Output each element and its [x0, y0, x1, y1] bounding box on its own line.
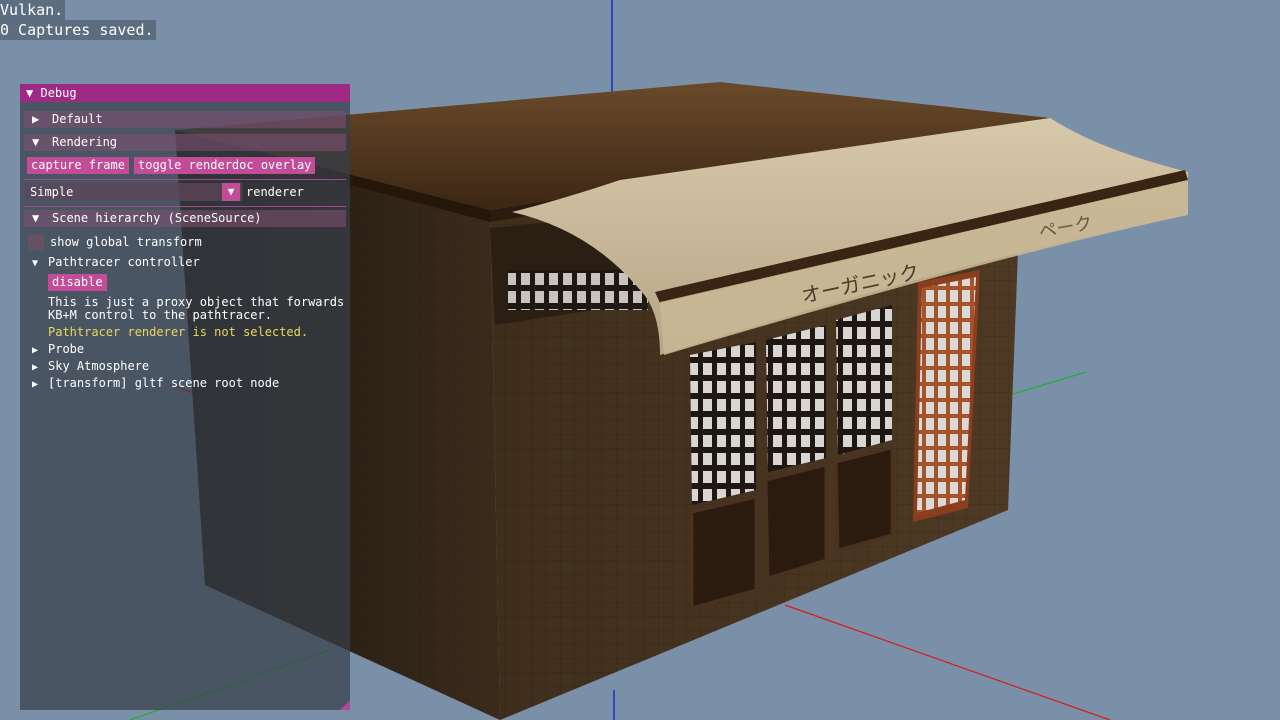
show-global-transform-checkbox[interactable] — [28, 234, 44, 250]
debug-window-title-bar[interactable]: ▼ Debug — [20, 84, 350, 102]
tree-expanded-icon: ▼ — [32, 258, 39, 269]
tree-collapsed-icon: ▶ — [32, 345, 39, 356]
tree-collapsed-icon: ▶ — [32, 362, 39, 373]
tree-collapsed-icon: ▶ — [32, 379, 39, 390]
section-default-label: Default — [52, 112, 103, 126]
section-rendering-label: Rendering — [52, 135, 118, 149]
tree-node-label: [transform] gltf scene root node — [48, 376, 280, 390]
section-scene-hierarchy[interactable]: ▼ Scene hierarchy (SceneSource) — [24, 210, 346, 227]
chevron-down-icon[interactable]: ▼ — [222, 183, 240, 201]
tree-node-gltf-root[interactable]: ▶ [transform] gltf scene root node — [32, 376, 279, 392]
toggle-renderdoc-overlay-button[interactable]: toggle renderdoc overlay — [134, 157, 316, 174]
renderer-select[interactable]: Simple — [24, 183, 242, 201]
section-scene-hierarchy-label: Scene hierarchy (SceneSource) — [52, 211, 262, 225]
separator — [24, 179, 346, 180]
section-rendering[interactable]: ▼ Rendering — [24, 134, 346, 151]
debug-window[interactable]: ▼ Debug ▶ Default ▼ Rendering capture fram… — [20, 84, 350, 710]
tree-node-pathtracer-controller[interactable]: ▼ Pathtracer controller — [32, 255, 200, 271]
disable-button[interactable]: disable — [48, 274, 107, 291]
separator — [24, 206, 346, 207]
show-global-transform-label: show global transform — [50, 235, 202, 249]
api-overlay-text: Vulkan. — [0, 0, 66, 20]
tree-node-sky-atmosphere[interactable]: ▶ Sky Atmosphere — [32, 359, 149, 375]
section-default[interactable]: ▶ Default — [24, 111, 346, 128]
tree-node-label: Pathtracer controller — [48, 255, 200, 269]
debug-window-title: Debug — [40, 86, 77, 100]
pathtracer-description: This is just a proxy object that forward… — [48, 295, 345, 322]
tree-node-probe[interactable]: ▶ Probe — [32, 342, 84, 358]
collapse-arrow-icon: ▼ — [32, 135, 40, 149]
tree-node-label: Probe — [48, 342, 85, 356]
pathtracer-warning: Pathtracer renderer is not selected. — [48, 325, 309, 339]
capture-frame-button[interactable]: capture frame — [27, 157, 129, 174]
tree-node-label: Sky Atmosphere — [48, 359, 150, 373]
resize-grip-icon[interactable] — [340, 700, 350, 710]
captures-overlay-text: 0 Captures saved. — [0, 20, 156, 40]
renderer-select-label: renderer — [246, 185, 304, 199]
collapse-arrow-icon: ▼ — [32, 211, 40, 225]
collapse-triangle-icon[interactable]: ▼ — [26, 86, 33, 100]
expand-arrow-icon: ▶ — [32, 112, 40, 126]
